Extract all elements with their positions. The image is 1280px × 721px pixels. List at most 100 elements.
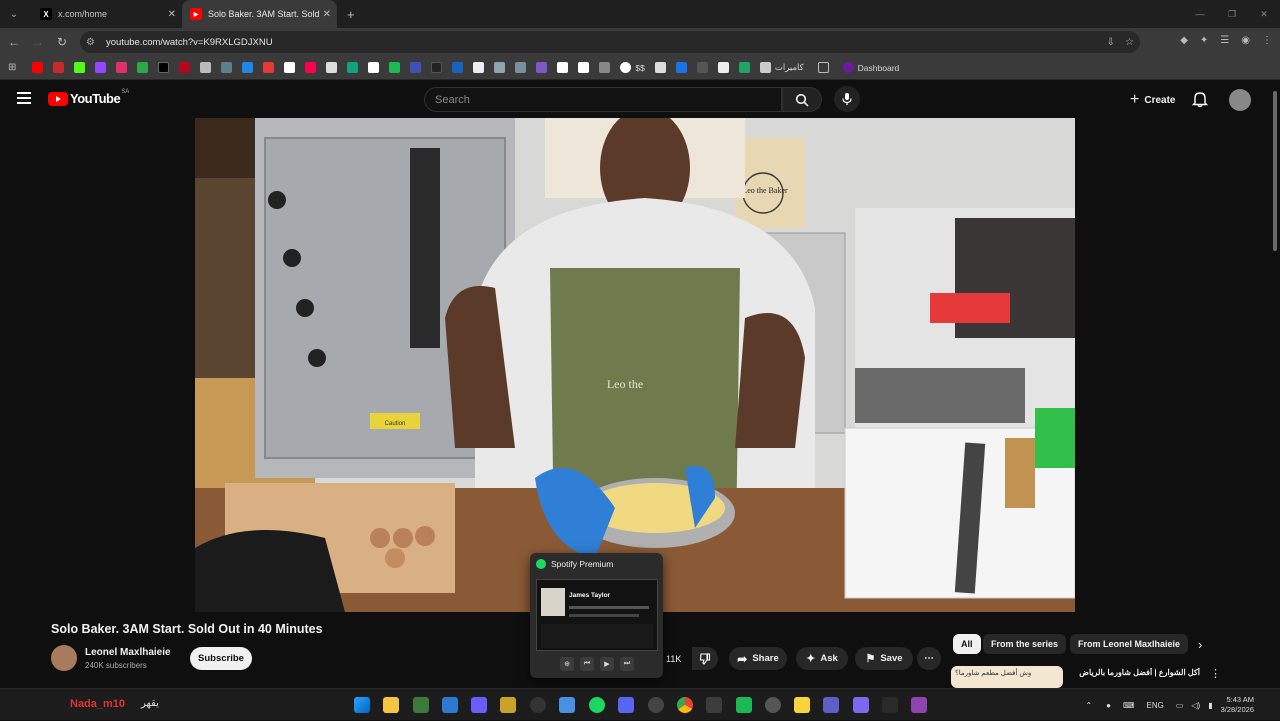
bookmark-icon[interactable] [74,62,86,73]
menu-dots-icon[interactable]: ⋮ [1262,35,1272,46]
search-input[interactable]: Search [424,87,782,112]
channel-name[interactable]: Leonel Maxlhaieie [85,647,171,658]
app-icon[interactable] [413,697,429,713]
bookmark-icon[interactable] [137,62,149,73]
channel-avatar[interactable] [51,645,77,671]
chip-from-channel[interactable]: From Leonel Maxlhaieie [1070,634,1189,654]
bookmark-icon[interactable] [696,62,708,73]
bookmark-icon[interactable] [116,62,128,73]
bookmark-icon[interactable] [473,62,485,73]
bookmark-icon[interactable] [221,62,233,73]
bookmark-icon[interactable] [158,62,170,73]
video-player[interactable]: Caution Leo the Baker Leo the [195,118,1075,612]
bookmark-label[interactable]: $$ [635,63,644,73]
account-avatar[interactable] [1229,89,1251,111]
reading-list-icon[interactable]: ☰ [1220,35,1229,46]
language-indicator[interactable]: ENG [1146,701,1163,710]
folder-icon[interactable] [817,62,829,73]
play-icon[interactable]: ▶ [600,657,614,671]
bookmark-icon[interactable] [389,62,401,73]
create-button[interactable]: + Create [1122,88,1183,112]
show-hidden-icons-icon[interactable]: ⌃ [1085,701,1092,710]
bookmark-icon[interactable] [599,62,611,73]
minimize-icon[interactable]: — [1184,0,1216,28]
page-scrollbar[interactable] [1272,81,1278,251]
bookmark-icon[interactable] [53,62,65,73]
app-icon[interactable] [736,697,752,713]
youtube-logo[interactable]: YouTube SA [48,89,129,106]
bookmark-icon[interactable] [494,62,506,73]
bookmark-label[interactable]: Dashboard [858,63,900,73]
bookmark-icon[interactable] [32,62,44,73]
search-button[interactable] [782,87,822,112]
mic-tray-icon[interactable]: ● [1106,701,1111,710]
next-track-icon[interactable]: ⏭ [620,657,634,671]
reload-icon[interactable]: ↻ [50,35,74,49]
google-icon[interactable] [620,62,632,73]
bookmark-icon[interactable] [284,62,296,73]
bookmark-icon[interactable] [452,62,464,73]
bookmark-icon[interactable] [263,62,275,73]
bookmark-icon[interactable] [368,62,380,73]
bookmark-icon[interactable] [431,62,443,73]
app-icon[interactable] [706,697,722,713]
previous-track-icon[interactable]: ⏮ [580,657,594,671]
clock[interactable]: 5:43 AM 3/28/2026 [1221,695,1254,715]
subscribe-button[interactable]: Subscribe [190,647,252,670]
tab-x-home[interactable]: X x.com/home ✕ [32,0,182,28]
bookmark-icon[interactable] [179,62,191,73]
add-icon[interactable]: ⊕ [560,657,574,671]
chip-from-series[interactable]: From the series [983,634,1067,654]
chip-all[interactable]: All [953,634,981,654]
app-icon[interactable] [442,697,458,713]
site-info-icon[interactable]: ⚙ [86,37,106,48]
related-video-thumbnail[interactable]: وش أفضل مطعم شاورما؟ [951,666,1063,688]
close-window-icon[interactable]: ✕ [1248,0,1280,28]
sticky-notes-icon[interactable] [794,697,810,713]
app-icon[interactable] [882,697,898,713]
back-icon[interactable]: ← [2,35,26,49]
chips-next-chevron-icon[interactable]: › [1198,637,1202,652]
app-icon[interactable] [648,697,664,713]
bookmark-icon[interactable] [200,62,212,73]
chrome-icon[interactable] [677,697,693,713]
ask-button[interactable]: ✦ Ask [796,647,848,670]
bookmark-icon[interactable] [654,62,666,73]
spotify-preview-popup[interactable]: Spotify Premium James Taylor ⊕ ⏮ ▶ ⏭ [530,553,663,678]
puzzle-icon[interactable]: ✦ [1200,35,1208,46]
related-video-title[interactable]: أكل الشوارع | أفضل شاورما بالرياض [1070,668,1200,677]
keyboard-icon[interactable]: ⌨ [1123,701,1135,710]
bookmark-icon[interactable] [347,62,359,73]
app-icon[interactable] [530,697,546,713]
volume-icon[interactable]: ◁) [1191,701,1200,710]
bookmark-star-icon[interactable]: ☆ [1125,37,1134,48]
bookmark-icon[interactable] [557,62,569,73]
bookmark-icon[interactable] [242,62,254,73]
extension-icon[interactable]: ◆ [1180,35,1188,46]
install-app-icon[interactable]: ⇩ [1107,37,1115,48]
profile-icon[interactable]: ◉ [1241,35,1250,46]
bookmark-icon[interactable] [326,62,338,73]
app-icon[interactable] [853,697,869,713]
spotify-taskbar-icon[interactable] [589,697,605,713]
bookmark-icon[interactable] [536,62,548,73]
bookmark-icon[interactable] [675,62,687,73]
close-tab-icon[interactable]: ✕ [168,9,176,20]
dislike-button[interactable] [692,647,718,670]
bookmark-icon[interactable] [842,62,854,73]
voice-search-button[interactable] [834,86,860,112]
notifications-bell-icon[interactable] [1192,90,1208,108]
like-button[interactable]: 11K [660,647,687,670]
bookmark-icon[interactable] [578,62,590,73]
teams-icon[interactable] [823,697,839,713]
related-more-icon[interactable]: ⋮ [1210,667,1221,680]
network-icon[interactable]: ▭ [1176,701,1184,710]
bookmark-icon[interactable] [759,62,771,73]
more-actions-button[interactable]: ⋯ [917,647,941,670]
tab-youtube-video[interactable]: ▶ Solo Baker. 3AM Start. Sold Out ✕ [182,0,337,28]
bookmark-icon[interactable] [738,62,750,73]
file-explorer-icon[interactable] [383,697,399,713]
tab-search-icon[interactable]: ⌄ [6,6,22,22]
app-icon[interactable] [500,697,516,713]
omnibox[interactable]: ⚙ youtube.com/watch?v=K9RXLGDJXNU ⇩ ☆ [80,31,1140,53]
